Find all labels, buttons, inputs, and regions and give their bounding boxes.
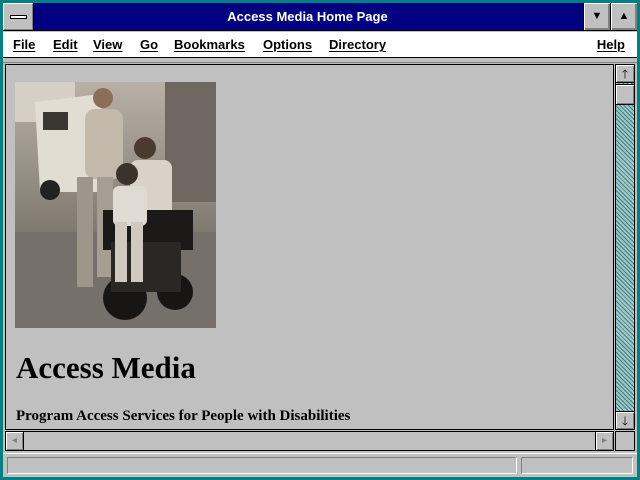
menu-bookmarks[interactable]: Bookmarks [174,37,245,52]
menu-file[interactable]: File [13,37,35,52]
photo-illustration [15,82,216,328]
title-bar[interactable]: Access Media Home Page ▼ ▲ [3,3,637,31]
vertical-scrollbar[interactable]: 🡑 🡓 [615,64,635,430]
status-bar [3,453,637,477]
arrow-up-icon: 🡑 [621,67,629,81]
menu-go[interactable]: Go [140,37,158,52]
arrow-down-icon: 🡓 [621,414,629,428]
page-content: Access Media Program Access Services for… [5,64,614,430]
menu-directory[interactable]: Directory [329,37,386,52]
scroll-right-button[interactable]: ▸ [595,432,613,450]
system-menu-button[interactable] [3,3,34,30]
scroll-up-button[interactable]: 🡑 [616,65,634,83]
page-subheading: Program Access Services for People with … [16,408,351,424]
menu-bar: File Edit View Go Bookmarks Options Dire… [3,32,637,58]
maximize-icon: ▲ [618,10,630,22]
maximize-button[interactable]: ▲ [610,3,637,30]
horizontal-scrollbar[interactable]: ◂ ▸ [5,431,614,451]
status-text [7,457,517,474]
scroll-left-button[interactable]: ◂ [6,432,24,450]
photo-family-wheelchair [15,82,216,328]
menu-options[interactable]: Options [263,37,312,52]
arrow-right-icon: ▸ [601,435,608,446]
menu-edit[interactable]: Edit [53,37,78,52]
vertical-scroll-thumb[interactable] [616,84,634,105]
menu-help[interactable]: Help [597,37,625,52]
window-title: Access Media Home Page [227,9,388,24]
toolbar-separator [3,59,637,63]
system-menu-icon [10,15,27,19]
minimize-icon: ▼ [591,10,603,22]
scroll-down-button[interactable]: 🡓 [616,411,634,429]
progress-indicator [521,457,633,474]
page-heading: Access Media [16,350,196,385]
minimize-button[interactable]: ▼ [583,3,610,30]
scrollbar-corner [615,431,635,451]
menu-view[interactable]: View [93,37,122,52]
arrow-left-icon: ◂ [11,435,18,446]
